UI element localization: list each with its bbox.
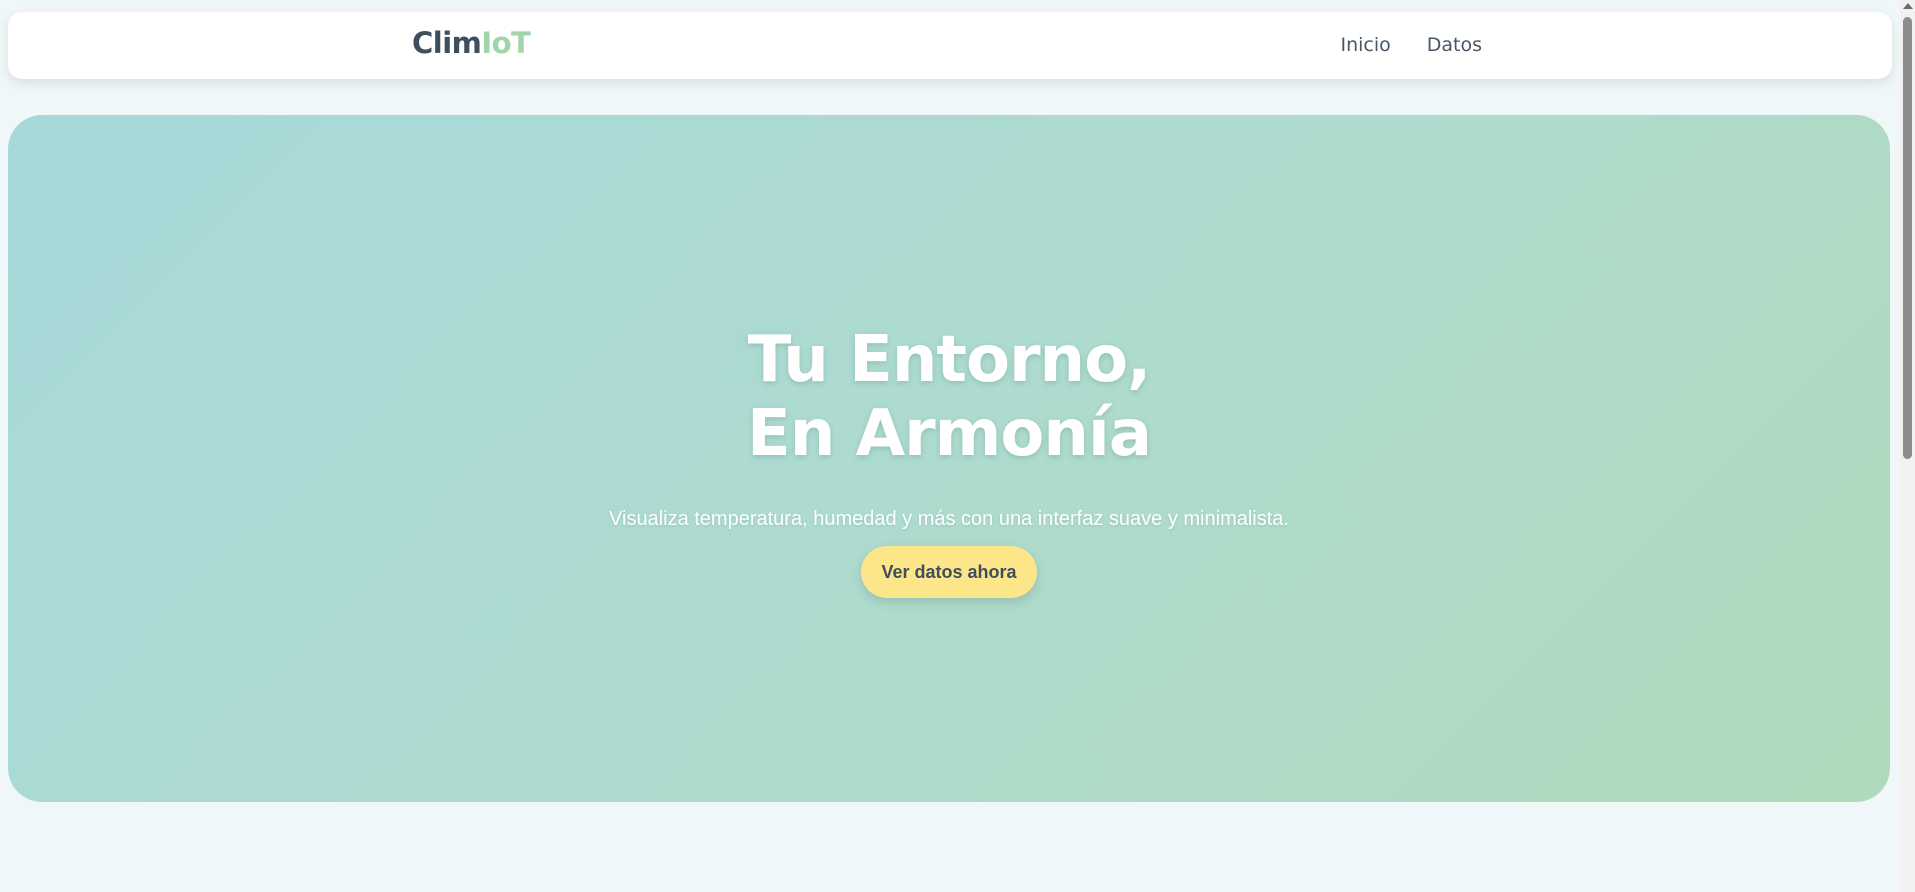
view-data-button[interactable]: Ver datos ahora [861,546,1037,598]
vertical-scrollbar[interactable] [1900,0,1915,892]
scrollbar-thumb[interactable] [1903,17,1912,459]
nav-links: Inicio Datos [1340,34,1482,56]
logo-accent-text: IoT [481,26,531,60]
page: ClimIoT Inicio Datos Tu Entorno, En Armo… [0,0,1915,892]
logo-primary-text: Clim [412,26,482,60]
navbar: ClimIoT Inicio Datos [8,12,1892,79]
hero-title-line-2: En Armonía [747,397,1152,471]
nav-link-inicio[interactable]: Inicio [1340,34,1390,56]
hero-title-line-1: Tu Entorno, [747,323,1152,397]
nav-link-datos[interactable]: Datos [1427,34,1482,56]
hero-section: Tu Entorno, En Armonía Visualiza tempera… [8,115,1890,802]
scroll-up-arrow-icon[interactable] [1903,3,1913,9]
hero-title: Tu Entorno, En Armonía [8,323,1890,471]
hero-subtitle: Visualiza temperatura, humedad y más con… [609,508,1289,530]
logo[interactable]: ClimIoT [412,26,531,60]
